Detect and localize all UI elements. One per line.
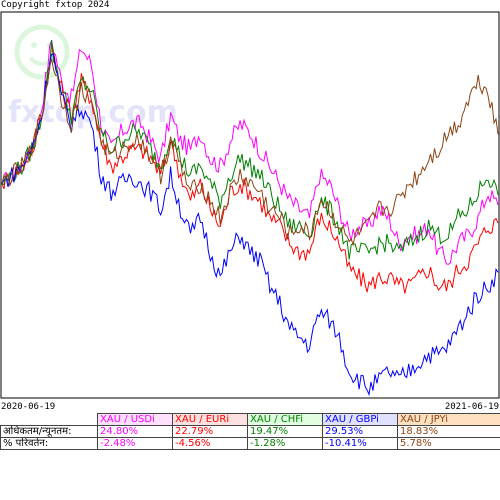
legend-change-gbp: -10.41% xyxy=(322,437,398,450)
legend-range-jpy: 18.83% xyxy=(397,425,500,438)
legend-range-label: अधिकतम/न्यूनतम: xyxy=(0,425,98,438)
legend-change-chf: -1.28% xyxy=(247,437,323,450)
series-layer xyxy=(1,39,499,397)
legend-range-row: अधिकतम/न्यूनतम: 24.80% 22.79% 19.47% 29.… xyxy=(0,425,500,438)
series-line-xaujpyi xyxy=(1,58,499,247)
series-line-xauusdi xyxy=(1,39,499,265)
legend-range-chf: 19.47% xyxy=(247,425,323,438)
legend-header-eur: XAU / EURi xyxy=(172,413,248,426)
x-axis-end-label: 2021-06-19 xyxy=(444,402,499,412)
legend-header-chf: XAU / CHFi xyxy=(247,413,323,426)
legend-change-label: % परिवर्तन: xyxy=(0,437,98,450)
legend-change-row: % परिवर्तन: -2.48% -4.56% -1.28% -10.41%… xyxy=(0,437,500,450)
legend-header-jpy: XAU / JPYi xyxy=(397,413,500,426)
legend-header-usd: XAU / USDi xyxy=(97,413,173,426)
plot-frame xyxy=(0,11,500,399)
legend-corner xyxy=(1,414,98,426)
legend-change-usd: -2.48% xyxy=(97,437,173,450)
legend-range-gbp: 29.53% xyxy=(322,425,398,438)
legend-header-gbp: XAU / GBPi xyxy=(322,413,398,426)
x-axis-start-label: 2020-06-19 xyxy=(1,402,56,412)
legend-table: XAU / USDi XAU / EURi XAU / CHFi XAU / G… xyxy=(0,413,500,450)
legend-change-eur: -4.56% xyxy=(172,437,248,450)
legend-range-usd: 24.80% xyxy=(97,425,173,438)
legend-range-eur: 22.79% xyxy=(172,425,248,438)
legend-change-jpy: 5.78% xyxy=(397,437,500,450)
legend-header-row: XAU / USDi XAU / EURi XAU / CHFi XAU / G… xyxy=(1,413,500,426)
